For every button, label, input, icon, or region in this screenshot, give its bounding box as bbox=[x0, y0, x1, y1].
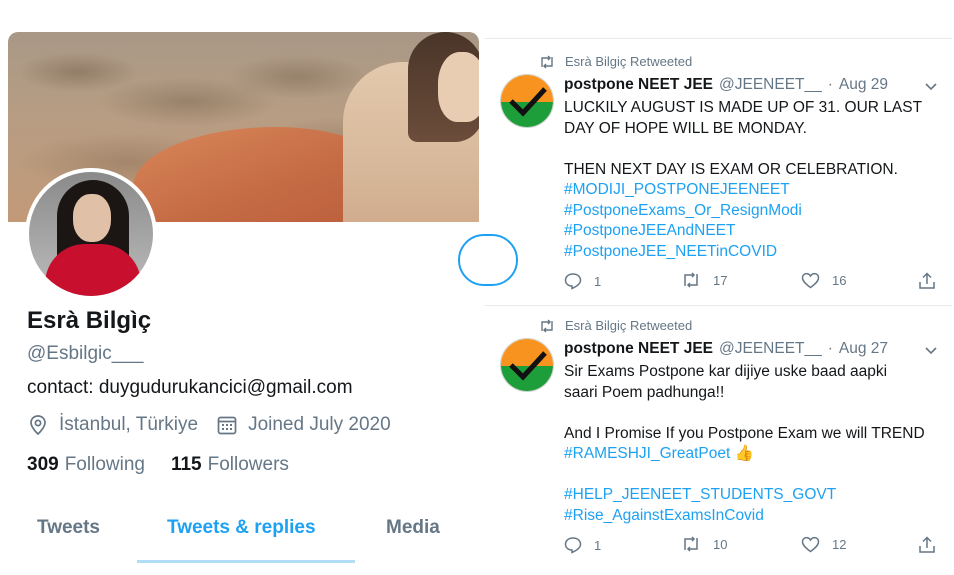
tweet-text-line: saari Poem padhunga!! bbox=[564, 383, 725, 401]
reply-button[interactable]: 1 bbox=[564, 272, 601, 290]
tweet-author-name[interactable]: postpone NEET JEE bbox=[564, 76, 713, 94]
tweet-actions: 1 10 12 bbox=[564, 536, 939, 560]
retweet-context-label: Esrà Bilgiç Retweeted bbox=[565, 318, 693, 333]
follow-stats: 309 Following 115 Followers bbox=[27, 454, 289, 476]
reply-icon bbox=[564, 537, 582, 554]
retweet-button[interactable]: 10 bbox=[681, 536, 727, 552]
retweet-icon bbox=[684, 536, 698, 552]
hashtag-link[interactable]: #PostponeExams_Or_ResignModi bbox=[564, 201, 939, 222]
chevron-down-icon[interactable] bbox=[924, 82, 938, 92]
hashtag-link[interactable]: #PostponeJEE_NEETinCOVID bbox=[564, 242, 939, 263]
thumbs-up-emoji: 👍 bbox=[734, 445, 754, 462]
following-label: Following bbox=[64, 454, 145, 475]
tweet-author-handle[interactable]: @JEENEET__ bbox=[719, 76, 822, 94]
reply-button[interactable]: 1 bbox=[564, 536, 601, 554]
avatar-body-shape bbox=[45, 244, 141, 296]
followers-count: 115 bbox=[170, 454, 202, 475]
tweet-text-line: DAY OF HOPE WILL BE MONDAY. bbox=[564, 119, 807, 137]
profile-meta: İstanbul, Türkiye Joined July 2020 bbox=[27, 414, 391, 436]
retweet-context-label: Esrà Bilgiç Retweeted bbox=[565, 54, 693, 69]
following-link[interactable]: 309 Following bbox=[27, 454, 145, 476]
tweets-timeline: Esrà Bilgiç Retweeted postpone NEET JEE … bbox=[484, 38, 952, 573]
tweet-author-avatar[interactable] bbox=[500, 74, 554, 128]
retweet-context: Esrà Bilgiç Retweeted bbox=[539, 54, 692, 69]
tweet-text: LUCKILY AUGUST IS MADE UP OF 31. OUR LAS… bbox=[564, 98, 939, 262]
share-button[interactable] bbox=[918, 272, 948, 290]
like-count: 16 bbox=[832, 273, 847, 288]
retweet-icon bbox=[539, 55, 555, 69]
hashtag-link[interactable]: #Rise_AgainstExamsInCovid bbox=[564, 506, 939, 527]
profile-bio: contact: duygudurukancici@gmail.com bbox=[27, 377, 353, 398]
tweet-author-name[interactable]: postpone NEET JEE bbox=[564, 340, 713, 358]
following-count: 309 bbox=[27, 454, 59, 475]
share-button[interactable] bbox=[918, 536, 948, 554]
tweet-header: postpone NEET JEE @JEENEET__ · Aug 27 bbox=[564, 340, 888, 358]
location-pin-icon bbox=[27, 414, 49, 436]
profile-avatar[interactable] bbox=[25, 168, 157, 300]
followers-link[interactable]: 115 Followers bbox=[171, 454, 289, 476]
tweet-author-avatar[interactable] bbox=[500, 338, 554, 392]
timeline-top-divider bbox=[484, 38, 952, 39]
tweet-text: Sir Exams Postpone kar dijiye uske baad … bbox=[564, 362, 939, 526]
profile-joined-date: Joined July 2020 bbox=[248, 414, 391, 435]
like-button[interactable]: 12 bbox=[801, 536, 846, 553]
hashtag-link[interactable]: #RAMESHJI_GreatPoet bbox=[564, 445, 730, 462]
header-separator: · bbox=[827, 340, 833, 357]
tweet-divider bbox=[484, 305, 952, 306]
hashtag-link[interactable]: #MODIJI_POSTPONEJEENEET bbox=[564, 180, 939, 201]
tweet-actions: 1 17 16 bbox=[564, 272, 939, 296]
reply-count: 1 bbox=[594, 273, 602, 289]
like-count: 12 bbox=[832, 537, 847, 552]
profile-location: İstanbul, Türkiye bbox=[59, 414, 199, 435]
tweet-text-line: LUCKILY AUGUST IS MADE UP OF 31. OUR LAS… bbox=[564, 99, 923, 116]
banner-face-shape bbox=[438, 52, 479, 122]
reply-icon bbox=[564, 273, 582, 290]
retweet-button[interactable]: 17 bbox=[681, 272, 727, 288]
header-separator: · bbox=[827, 76, 833, 93]
tweet-header: postpone NEET JEE @JEENEET__ · Aug 29 bbox=[564, 76, 888, 94]
tweet-text-line: Sir Exams Postpone kar dijiye uske baad … bbox=[564, 363, 888, 380]
calendar-icon bbox=[216, 414, 238, 436]
tweet-text-line: And I Promise If you Postpone Exam we wi… bbox=[564, 424, 925, 442]
avatar-face-shape bbox=[73, 194, 111, 242]
like-icon bbox=[801, 536, 820, 553]
retweet-icon bbox=[539, 319, 555, 333]
hashtag-link[interactable]: #PostponeJEEAndNEET bbox=[564, 221, 939, 242]
reply-count: 1 bbox=[594, 537, 602, 553]
like-button[interactable]: 16 bbox=[801, 272, 846, 289]
profile-handle: @Esbilgic___ bbox=[27, 343, 144, 364]
chevron-down-icon[interactable] bbox=[924, 346, 938, 356]
tab-tweets[interactable]: Tweets bbox=[37, 517, 100, 539]
like-icon bbox=[801, 272, 820, 289]
active-tab-indicator bbox=[137, 560, 355, 563]
retweet-count: 10 bbox=[713, 536, 728, 552]
profile-tabs: Tweets Tweets & replies Media bbox=[0, 505, 480, 565]
tab-media[interactable]: Media bbox=[386, 517, 440, 539]
followers-label: Followers bbox=[207, 454, 289, 475]
share-icon bbox=[919, 272, 935, 289]
profile-display-name: Esrà Bilgìç bbox=[27, 307, 152, 334]
tab-tweets-and-replies[interactable]: Tweets & replies bbox=[167, 517, 316, 539]
retweet-count: 17 bbox=[713, 272, 728, 288]
tweet-author-handle[interactable]: @JEENEET__ bbox=[719, 340, 822, 358]
tweet-date[interactable]: Aug 27 bbox=[839, 340, 888, 358]
tweet-date[interactable]: Aug 29 bbox=[839, 76, 888, 94]
hashtag-link[interactable]: #HELP_JEENEET_STUDENTS_GOVT bbox=[564, 485, 939, 506]
retweet-icon bbox=[684, 272, 698, 288]
profile-panel: Esrà Bilgìç @Esbilgic___ contact: duygud… bbox=[0, 0, 518, 575]
retweet-context: Esrà Bilgiç Retweeted bbox=[539, 318, 692, 333]
share-icon bbox=[919, 536, 935, 553]
tweet-text-line: THEN NEXT DAY IS EXAM OR CELEBRATION. bbox=[564, 160, 898, 178]
